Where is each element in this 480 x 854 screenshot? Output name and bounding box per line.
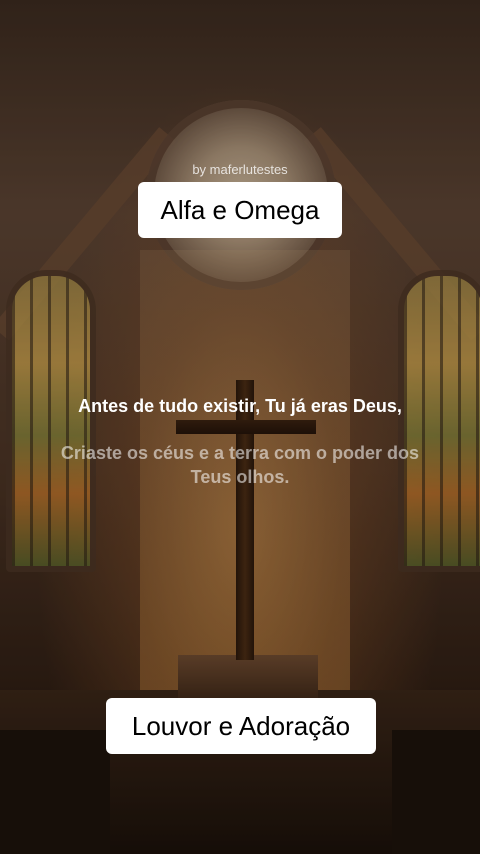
lyric-current-line: Antes de tudo existir, Tu já eras Deus, bbox=[78, 396, 402, 416]
creator-credit: by maferlutestes bbox=[192, 162, 288, 177]
bottom-sticker: Louvor e Adoração bbox=[106, 698, 376, 754]
title-sticker: Alfa e Omega bbox=[138, 182, 342, 238]
lyric-next-line: Criaste os céus e a terra com o poder do… bbox=[60, 443, 420, 487]
